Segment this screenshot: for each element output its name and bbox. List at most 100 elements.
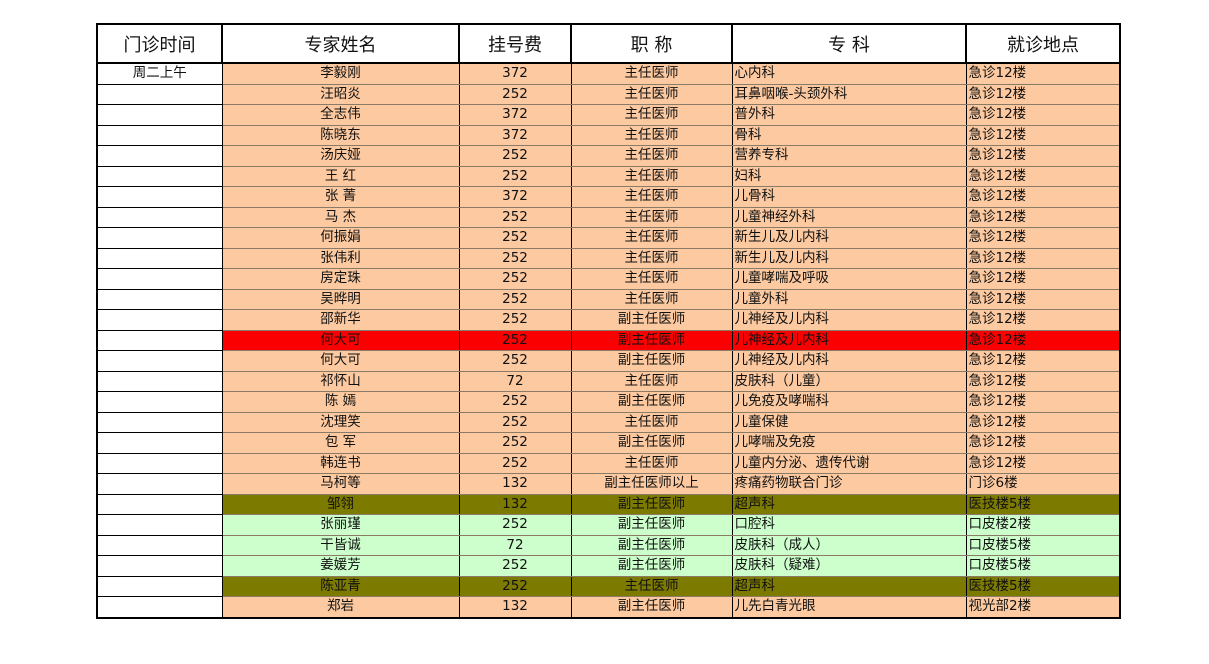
location-cell: 急诊12楼 <box>965 186 1121 208</box>
job-title-cell: 主任医师 <box>570 83 733 105</box>
specialty-cell: 儿先白青光眼 <box>731 596 967 619</box>
clinic-time-cell <box>96 391 223 413</box>
job-title-cell: 主任医师 <box>570 145 733 167</box>
table-row: 陈晓东 372 主任医师 骨科 急诊12楼 <box>96 124 1121 146</box>
location-cell: 急诊12楼 <box>965 309 1121 331</box>
clinic-time-cell <box>96 288 223 310</box>
registration-fee-cell: 132 <box>458 473 572 495</box>
specialty-cell: 超声科 <box>731 493 967 515</box>
registration-fee-cell: 252 <box>458 145 572 167</box>
specialty-cell: 儿免疫及哮喘科 <box>731 391 967 413</box>
specialty-cell: 口腔科 <box>731 514 967 536</box>
job-title-cell: 主任医师 <box>570 247 733 269</box>
expert-name-cell: 汤庆娅 <box>221 145 460 167</box>
registration-fee-cell: 252 <box>458 555 572 577</box>
expert-name-cell: 何大可 <box>221 350 460 372</box>
specialty-cell: 新生儿及儿内科 <box>731 227 967 249</box>
registration-fee-cell: 252 <box>458 165 572 187</box>
location-cell: 急诊12楼 <box>965 391 1121 413</box>
table-row: 吴晔明 252 主任医师 儿童外科 急诊12楼 <box>96 288 1121 310</box>
location-cell: 急诊12楼 <box>965 227 1121 249</box>
job-title-cell: 副主任医师 <box>570 493 733 515</box>
specialty-cell: 儿神经及儿内科 <box>731 329 967 351</box>
specialty-cell: 儿童外科 <box>731 288 967 310</box>
table-row: 张伟利 252 主任医师 新生儿及儿内科 急诊12楼 <box>96 247 1121 269</box>
expert-name-cell: 吴晔明 <box>221 288 460 310</box>
registration-fee-cell: 252 <box>458 268 572 290</box>
expert-name-cell: 何振娟 <box>221 227 460 249</box>
job-title-cell: 主任医师 <box>570 452 733 474</box>
clinic-time-cell <box>96 124 223 146</box>
table-row: 何大可 252 副主任医师 儿神经及儿内科 急诊12楼 <box>96 350 1121 372</box>
location-cell: 口皮楼5楼 <box>965 555 1121 577</box>
specialty-cell: 皮肤科（疑难） <box>731 555 967 577</box>
expert-name-cell: 邵新华 <box>221 309 460 331</box>
location-cell: 急诊12楼 <box>965 104 1121 126</box>
table-row: 周二上午 李毅刚 372 主任医师 心内科 急诊12楼 <box>96 62 1121 85</box>
registration-fee-cell: 372 <box>458 104 572 126</box>
location-cell: 急诊12楼 <box>965 411 1121 433</box>
job-title-cell: 主任医师 <box>570 575 733 597</box>
table-row: 陈 嫣 252 副主任医师 儿免疫及哮喘科 急诊12楼 <box>96 391 1121 413</box>
table-row: 汪昭炎 252 主任医师 耳鼻咽喉-头颈外科 急诊12楼 <box>96 83 1121 105</box>
expert-name-cell: 张 菁 <box>221 186 460 208</box>
clinic-time-cell <box>96 534 223 556</box>
clinic-time-cell <box>96 350 223 372</box>
specialty-cell: 普外科 <box>731 104 967 126</box>
expert-name-cell: 韩连书 <box>221 452 460 474</box>
clinic-time-cell <box>96 83 223 105</box>
clinic-time-cell <box>96 268 223 290</box>
location-cell: 急诊12楼 <box>965 452 1121 474</box>
registration-fee-cell: 252 <box>458 391 572 413</box>
registration-fee-cell: 252 <box>458 411 572 433</box>
table-row: 包 军 252 副主任医师 儿哮喘及免疫 急诊12楼 <box>96 432 1121 454</box>
table-row: 沈理笑 252 主任医师 儿童保健 急诊12楼 <box>96 411 1121 433</box>
table-row: 全志伟 372 主任医师 普外科 急诊12楼 <box>96 104 1121 126</box>
specialty-cell: 新生儿及儿内科 <box>731 247 967 269</box>
specialty-cell: 骨科 <box>731 124 967 146</box>
registration-fee-cell: 252 <box>458 83 572 105</box>
expert-name-cell: 邹翎 <box>221 493 460 515</box>
job-title-cell: 副主任医师 <box>570 555 733 577</box>
location-cell: 急诊12楼 <box>965 432 1121 454</box>
specialty-cell: 儿哮喘及免疫 <box>731 432 967 454</box>
job-title-cell: 主任医师 <box>570 370 733 392</box>
location-cell: 门诊6楼 <box>965 473 1121 495</box>
expert-schedule-table: 门诊时间 专家姓名 挂号费 职 称 专 科 就诊地点 周二上午 李毅刚 372 主任医… <box>96 23 1121 619</box>
expert-name-cell: 何大可 <box>221 329 460 351</box>
clinic-time-cell <box>96 165 223 187</box>
location-cell: 急诊12楼 <box>965 247 1121 269</box>
table-row: 何大可 252 副主任医师 儿神经及儿内科 急诊12楼 <box>96 329 1121 351</box>
clinic-time-cell <box>96 452 223 474</box>
specialty-cell: 儿童保健 <box>731 411 967 433</box>
table-row: 干皆诚 72 副主任医师 皮肤科（成人） 口皮楼5楼 <box>96 534 1121 556</box>
expert-name-cell: 包 军 <box>221 432 460 454</box>
location-cell: 急诊12楼 <box>965 268 1121 290</box>
specialty-cell: 儿童神经外科 <box>731 206 967 228</box>
clinic-time-cell <box>96 432 223 454</box>
table-row: 祁怀山 72 主任医师 皮肤科（儿童） 急诊12楼 <box>96 370 1121 392</box>
job-title-cell: 主任医师 <box>570 288 733 310</box>
location-cell: 医技楼5楼 <box>965 575 1121 597</box>
location-cell: 急诊12楼 <box>965 350 1121 372</box>
job-title-cell: 主任医师 <box>570 62 733 85</box>
job-title-cell: 副主任医师 <box>570 350 733 372</box>
clinic-time-cell <box>96 555 223 577</box>
table-row: 房定珠 252 主任医师 儿童哮喘及呼吸 急诊12楼 <box>96 268 1121 290</box>
registration-fee-cell: 252 <box>458 575 572 597</box>
job-title-cell: 副主任医师 <box>570 432 733 454</box>
specialty-cell: 儿童内分泌、遗传代谢 <box>731 452 967 474</box>
header-specialty: 专 科 <box>731 23 967 64</box>
clinic-time-cell <box>96 247 223 269</box>
clinic-time-cell <box>96 186 223 208</box>
expert-name-cell: 祁怀山 <box>221 370 460 392</box>
header-expert-name: 专家姓名 <box>221 23 460 64</box>
table-row: 邹翎 132 副主任医师 超声科 医技楼5楼 <box>96 493 1121 515</box>
location-cell: 医技楼5楼 <box>965 493 1121 515</box>
job-title-cell: 副主任医师 <box>570 329 733 351</box>
table-row: 姜媛芳 252 副主任医师 皮肤科（疑难） 口皮楼5楼 <box>96 555 1121 577</box>
registration-fee-cell: 252 <box>458 350 572 372</box>
job-title-cell: 主任医师 <box>570 186 733 208</box>
registration-fee-cell: 252 <box>458 227 572 249</box>
registration-fee-cell: 252 <box>458 514 572 536</box>
